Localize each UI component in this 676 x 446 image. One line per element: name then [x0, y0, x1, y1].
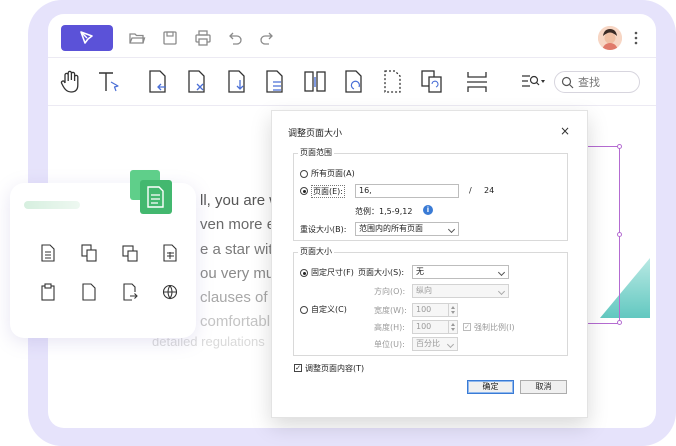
save-icon[interactable] — [161, 29, 179, 47]
keep-ratio-checkbox[interactable]: ✓ — [463, 323, 471, 331]
width-label: 宽度(W): — [374, 306, 407, 315]
cancel-button[interactable]: 取消 — [520, 380, 567, 394]
green-document-icon — [130, 170, 172, 214]
resize-scope-select[interactable]: 范围内的所有页面 — [355, 222, 459, 236]
page-size-select[interactable]: 无 — [412, 265, 509, 279]
document-line: clauses of s — [200, 289, 280, 306]
page-size-label: 页面大小(S): — [358, 268, 405, 277]
blank-page-icon[interactable] — [81, 283, 97, 301]
all-pages-label: 所有页面(A) — [311, 169, 355, 178]
export-page-icon[interactable] — [122, 283, 138, 301]
split-page-icon[interactable] — [302, 68, 328, 96]
search-options-icon[interactable] — [520, 72, 546, 90]
page-range-legend: 页面范围 — [298, 147, 334, 158]
document-line: ll, you are w — [200, 192, 281, 209]
height-spinner[interactable] — [448, 321, 457, 333]
hand-tool-icon[interactable] — [58, 68, 84, 96]
globe-page-icon[interactable] — [162, 283, 178, 301]
total-pages: 24 — [484, 186, 495, 195]
adjust-content-checkbox[interactable]: ✓ — [294, 364, 302, 372]
toolbar — [48, 58, 656, 106]
search-icon — [561, 76, 574, 89]
pen-logo-icon[interactable] — [61, 25, 113, 51]
close-icon[interactable]: × — [559, 125, 571, 137]
pages-input[interactable]: 16, — [355, 184, 459, 198]
height-value: 100 — [416, 322, 432, 331]
more-vertical-icon[interactable] — [632, 29, 640, 47]
resize-pages-dialog: 调整页面大小 × 页面范围 所有页面(A) 页面(E): 16, / 24 范例… — [271, 110, 588, 418]
document-line: e a star with — [200, 241, 281, 258]
insert-page-icon[interactable] — [145, 68, 171, 96]
title-bar — [48, 14, 656, 58]
panel-header-bar — [24, 201, 80, 209]
undo-icon[interactable] — [226, 29, 244, 47]
page-size-group: 页面大小 固定尺寸(F) 页面大小(S): 无 方向(O): 纵向 自定义(C)… — [293, 246, 568, 356]
orientation-label: 方向(O): — [374, 287, 406, 296]
ok-button[interactable]: 确定 — [467, 380, 514, 394]
pages-radio[interactable] — [300, 187, 308, 195]
text-select-icon[interactable] — [96, 68, 122, 96]
search-box[interactable] — [554, 71, 640, 93]
keep-ratio-label: 强制比例(I) — [474, 323, 515, 332]
range-example: 范例：1,5-9,12 — [355, 207, 413, 216]
rotate-page-icon[interactable] — [341, 68, 367, 96]
duplicate-icon[interactable] — [122, 244, 138, 262]
custom-size-label: 自定义(C) — [311, 305, 347, 314]
resize-handle[interactable] — [617, 320, 622, 325]
replace-page-icon[interactable] — [262, 68, 288, 96]
resize-label: 重设大小(B): — [300, 225, 347, 234]
height-label: 高度(H): — [374, 323, 405, 332]
width-spinner[interactable] — [448, 304, 457, 316]
dialog-title: 调整页面大小 — [288, 129, 343, 139]
orientation-select[interactable]: 纵向 — [412, 284, 509, 298]
custom-size-radio[interactable] — [300, 306, 308, 314]
document-line: ven more e — [200, 216, 276, 233]
resize-handle[interactable] — [617, 232, 622, 237]
fixed-size-label: 固定尺寸(F) — [311, 268, 354, 277]
crop-page-icon[interactable] — [380, 68, 406, 96]
copy-pages-icon[interactable] — [81, 244, 97, 262]
duplicate-page-icon[interactable] — [419, 68, 445, 96]
width-stepper[interactable]: 100 — [412, 303, 458, 317]
delete-page-icon[interactable] — [184, 68, 210, 96]
folder-open-icon[interactable] — [128, 29, 146, 47]
all-pages-radio[interactable] — [300, 170, 308, 178]
width-value: 100 — [416, 305, 432, 314]
avatar[interactable] — [598, 26, 622, 50]
unit-select[interactable]: 百分比 — [412, 337, 458, 351]
height-stepper[interactable]: 100 — [412, 320, 458, 334]
print-icon[interactable] — [194, 29, 212, 47]
extract-page-icon[interactable] — [224, 68, 250, 96]
resize-handle[interactable] — [617, 144, 622, 149]
document-lines-icon[interactable] — [40, 244, 56, 262]
search-input[interactable] — [578, 75, 634, 89]
adjust-content-label: 调整页面内容(T) — [305, 364, 365, 373]
clipboard-icon[interactable] — [40, 283, 56, 301]
table-page-icon[interactable] — [162, 244, 178, 262]
page-range-group: 页面范围 所有页面(A) 页面(E): 16, / 24 范例：1,5-9,12… — [293, 147, 568, 241]
document-line: ou very muc — [200, 265, 282, 282]
pages-label: 页面(E): — [311, 185, 345, 198]
fixed-size-radio[interactable] — [300, 269, 308, 277]
unit-label: 单位(U): — [374, 340, 405, 349]
page-size-legend: 页面大小 — [298, 246, 334, 257]
page-break-icon[interactable] — [464, 68, 490, 96]
info-icon[interactable]: i — [423, 205, 433, 215]
redo-icon[interactable] — [258, 29, 276, 47]
total-separator: / — [469, 186, 472, 195]
